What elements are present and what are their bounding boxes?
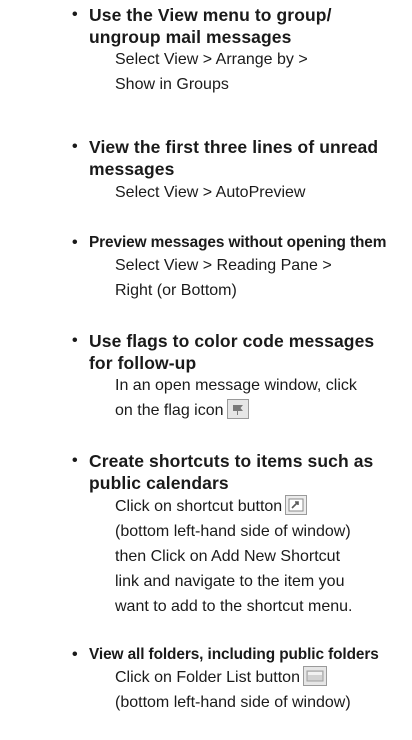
bullet: • xyxy=(72,138,78,155)
tip-description-text: Click on Folder List button xyxy=(115,669,300,686)
tip-title: Use the View menu to group/ ungroup mail… xyxy=(89,4,409,48)
tip-description-line: Select View > Arrange by > xyxy=(115,51,308,68)
tip-description-text: Click on shortcut button xyxy=(115,498,283,515)
tip-description-line: Click on Folder List button xyxy=(115,665,410,690)
tip-title-line: View the first three lines of unread xyxy=(89,137,379,157)
tip-title: View all folders, including public folde… xyxy=(89,644,409,666)
tip-description-line: Click on shortcut button xyxy=(115,494,410,519)
tip-description-line: Select View > Reading Pane > xyxy=(115,257,332,274)
tip-description-line: on the flag icon xyxy=(115,398,410,423)
tip-title-line: Use the View menu to group/ xyxy=(89,5,332,25)
flag-icon xyxy=(226,398,249,419)
tip-title-line: Use flags to color code messages xyxy=(89,331,375,351)
bullet: • xyxy=(72,452,78,469)
bullet: • xyxy=(72,234,78,251)
tip-title-line: Create shortcuts to items such as xyxy=(89,451,374,471)
tip-description: Select View > AutoPreview xyxy=(115,180,410,205)
tip-title-line: messages xyxy=(89,159,175,179)
tip-description-text: on the flag icon xyxy=(115,402,224,419)
tip-title: Create shortcuts to items such as public… xyxy=(89,450,409,494)
tip-description-line: In an open message window, click xyxy=(115,377,357,394)
tip-title-line: for follow-up xyxy=(89,353,197,373)
tip-description-line: Right (or Bottom) xyxy=(115,282,237,299)
shortcut-icon xyxy=(285,494,308,515)
tip-title: Preview messages without opening them xyxy=(89,232,409,254)
tip-description-line: link and navigate to the item you xyxy=(115,573,345,590)
bullet: • xyxy=(72,332,78,349)
tip-description-line: (bottom left-hand side of window) xyxy=(115,523,351,540)
tip-title: View the first three lines of unread mes… xyxy=(89,136,409,180)
tips-list: • Use the View menu to group/ ungroup ma… xyxy=(0,0,412,740)
tip-description-line: want to add to the shortcut menu. xyxy=(115,598,353,615)
folder-list-icon xyxy=(302,665,327,686)
tip-description-line: (bottom left-hand side of window) xyxy=(115,694,351,711)
tip-description: In an open message window, click on the … xyxy=(115,373,410,423)
tip-title-line: public calendars xyxy=(89,473,229,493)
tip-title-line: View all folders, including public folde… xyxy=(89,646,379,663)
tip-description: Select View > Reading Pane > Right (or B… xyxy=(115,253,410,303)
tip-description: Select View > Arrange by > Show in Group… xyxy=(115,47,410,97)
tip-description-line: Select View > AutoPreview xyxy=(115,184,306,201)
tip-description: Click on shortcut button (bottom left-ha… xyxy=(115,494,410,619)
tip-description-line: then Click on Add New Shortcut xyxy=(115,548,341,565)
bullet: • xyxy=(72,6,78,23)
tip-title: Use flags to color code messages for fol… xyxy=(89,330,409,374)
tip-description: Click on Folder List button (bottom left… xyxy=(115,665,410,715)
tip-description-line: Show in Groups xyxy=(115,76,229,93)
tip-title-line: Preview messages without opening them xyxy=(89,234,387,251)
bullet: • xyxy=(72,646,78,663)
tip-title-line: ungroup mail messages xyxy=(89,27,292,47)
